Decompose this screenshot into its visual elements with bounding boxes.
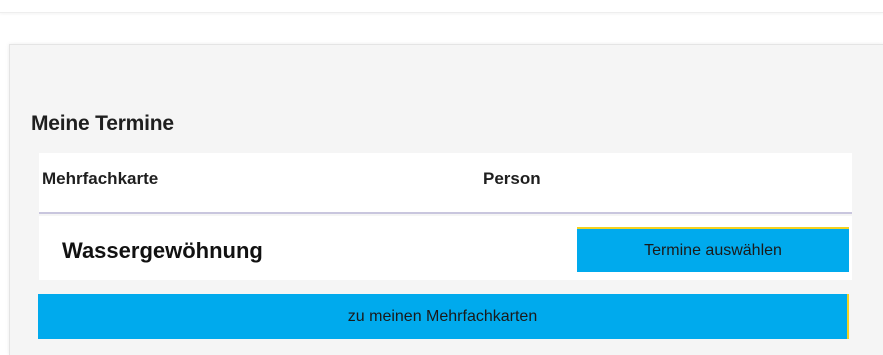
column-header-mehrfachkarte: Mehrfachkarte <box>42 169 159 188</box>
table-row: Wassergewöhnung Termine auswählen <box>39 216 852 280</box>
select-appointments-button[interactable]: Termine auswählen <box>577 227 849 272</box>
my-multi-cards-button[interactable]: zu meinen Mehrfachkarten <box>38 294 849 339</box>
mehrfachkarte-title: Wassergewöhnung <box>62 238 263 263</box>
section-title: Meine Termine <box>31 112 174 135</box>
table-header: Mehrfachkarte Person <box>39 153 852 214</box>
column-header-person: Person <box>483 169 541 188</box>
top-bar <box>0 0 883 13</box>
